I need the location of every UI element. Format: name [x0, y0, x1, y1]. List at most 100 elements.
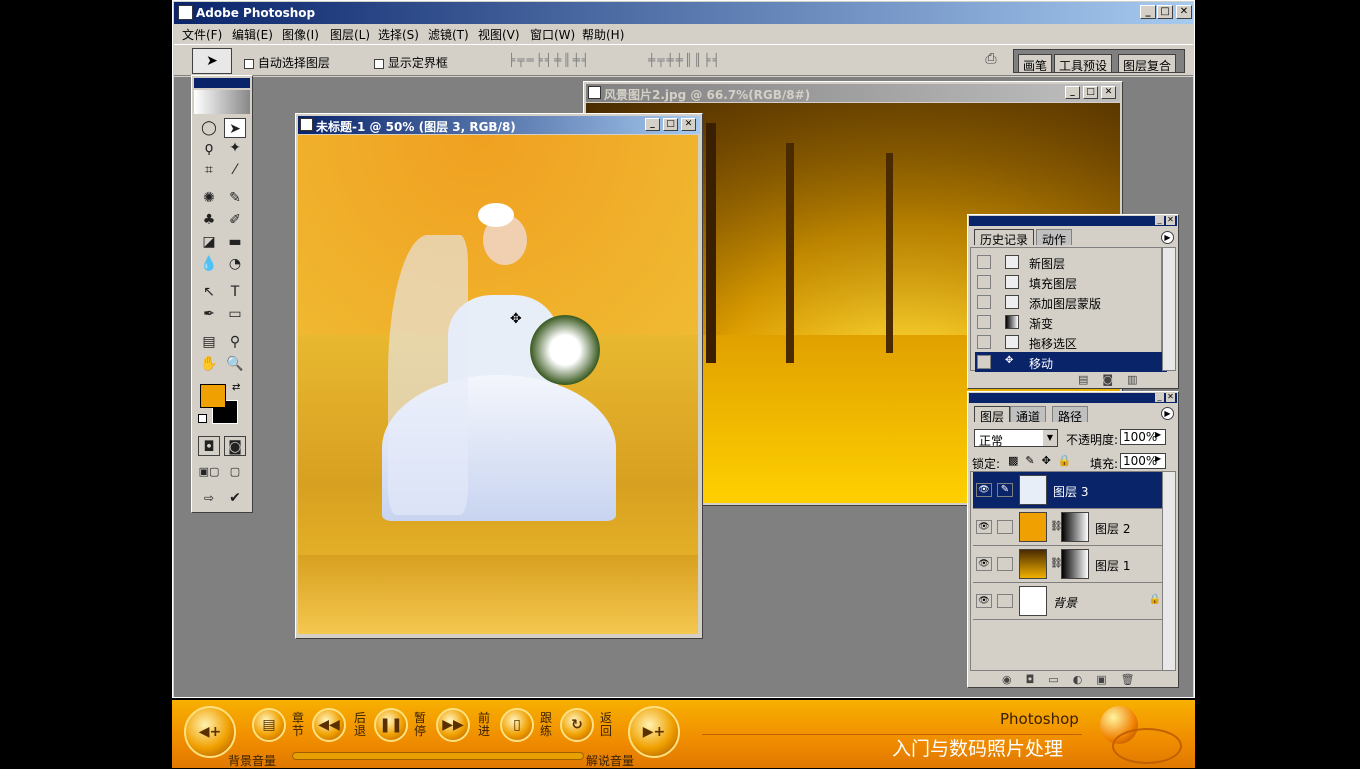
- doc-landscape-close[interactable]: ✕: [1101, 86, 1116, 99]
- slice-tool-icon[interactable]: ⁄: [224, 160, 246, 180]
- empty-slot[interactable]: [997, 594, 1013, 608]
- blend-mode-select[interactable]: 正常 ▼: [974, 429, 1058, 448]
- chevron-down-icon[interactable]: ▼: [1043, 430, 1057, 446]
- history-footer-icons[interactable]: ▤◙▥: [1078, 373, 1151, 386]
- auto-select-option[interactable]: 自动选择图层: [244, 54, 330, 71]
- checkmark-icon[interactable]: ✔: [224, 488, 246, 508]
- pen-tool-icon[interactable]: ✒: [198, 304, 220, 324]
- feather-logo-icon[interactable]: [194, 90, 250, 114]
- doc-window-composite[interactable]: 未标题-1 @ 50% (图层 3, RGB/8) _ □ ✕ ✥: [295, 113, 703, 639]
- tab-history[interactable]: 历史记录: [974, 229, 1035, 247]
- layers-footer-icons[interactable]: ◉◘▭◐▣🗑: [1002, 673, 1149, 686]
- empty-slot[interactable]: [997, 557, 1013, 571]
- distribute-icons[interactable]: ╪╤╪╪║║╞╡: [648, 53, 722, 69]
- foreground-color-swatch[interactable]: [200, 384, 226, 408]
- layers-close[interactable]: ✕: [1166, 393, 1175, 402]
- menu-view[interactable]: 视图(V): [478, 26, 520, 43]
- eraser-tool-icon[interactable]: ◪: [198, 232, 220, 252]
- show-bounds-option[interactable]: 显示定界框: [374, 54, 448, 71]
- book-icon[interactable]: ▤: [252, 708, 286, 742]
- layers-scrollbar[interactable]: [1162, 471, 1176, 671]
- doc-landscape-maximize[interactable]: □: [1083, 86, 1098, 99]
- layer-row[interactable]: 👁 ⛓ 图层 2: [973, 509, 1167, 546]
- opacity-arrow-icon[interactable]: ▶: [1155, 430, 1165, 439]
- tab-channels[interactable]: 通道: [1010, 406, 1047, 424]
- eyedropper-icon[interactable]: ⚲: [224, 332, 246, 352]
- auto-select-checkbox[interactable]: [244, 58, 254, 69]
- return-icon[interactable]: ↻: [560, 708, 594, 742]
- history-item[interactable]: 添加图层蒙版: [975, 292, 1167, 312]
- blur-tool-icon[interactable]: 💧: [198, 254, 220, 274]
- rewind-icon[interactable]: ◀◀: [312, 708, 346, 742]
- layer-mask-thumbnail[interactable]: [1061, 512, 1089, 542]
- align-icons[interactable]: ╞╤═╞╡╪║╪╡: [508, 53, 591, 69]
- file-browser-icon[interactable]: ⎙: [980, 51, 1002, 71]
- pause-icon[interactable]: ❚❚: [374, 708, 408, 742]
- crop-tool-icon[interactable]: ⌗: [198, 160, 220, 180]
- menu-select[interactable]: 选择(S): [378, 26, 419, 43]
- history-item[interactable]: 拖移选区: [975, 332, 1167, 352]
- swap-colors-icon[interactable]: ⇄: [232, 382, 240, 393]
- menu-file[interactable]: 文件(F): [182, 26, 222, 43]
- menu-image[interactable]: 图像(I): [282, 26, 319, 43]
- quick-mask-icon[interactable]: ◙: [224, 436, 246, 456]
- doc-composite-minimize[interactable]: _: [645, 118, 660, 131]
- path-select-icon[interactable]: ↖: [198, 282, 220, 302]
- layer-mask-thumbnail[interactable]: [1061, 549, 1089, 579]
- menu-filter[interactable]: 滤镜(T): [428, 26, 469, 43]
- progress-track[interactable]: [292, 752, 584, 760]
- clone-stamp-icon[interactable]: ♣: [198, 210, 220, 230]
- doc-landscape-titlebar[interactable]: 风景图片2.jpg @ 66.7%(RGB/8#) _ □ ✕: [586, 84, 1120, 102]
- doc-landscape-minimize[interactable]: _: [1065, 86, 1080, 99]
- history-item-selected[interactable]: ✥ 移动: [975, 352, 1167, 372]
- history-item[interactable]: 填充图层: [975, 272, 1167, 292]
- fill-input[interactable]: 100% ▶: [1120, 453, 1166, 469]
- history-item[interactable]: 新图层: [975, 252, 1167, 272]
- visibility-eye-icon[interactable]: 👁: [976, 483, 992, 497]
- hand-tool-icon[interactable]: ✋: [198, 354, 220, 374]
- gradient-tool-icon[interactable]: ▬: [224, 232, 246, 252]
- doc-composite-titlebar[interactable]: 未标题-1 @ 50% (图层 3, RGB/8) _ □ ✕: [298, 116, 700, 134]
- menu-edit[interactable]: 编辑(E): [232, 26, 273, 43]
- tab-layers[interactable]: 图层: [974, 406, 1011, 424]
- history-menu-arrow-icon[interactable]: ▶: [1161, 231, 1174, 244]
- standard-mode-icon[interactable]: ◘: [198, 436, 220, 456]
- visibility-eye-icon[interactable]: 👁: [976, 520, 992, 534]
- tab-paths[interactable]: 路径: [1052, 406, 1089, 424]
- healing-brush-icon[interactable]: ✺: [198, 188, 220, 208]
- composite-canvas[interactable]: ✥: [298, 135, 698, 634]
- doc-composite-maximize[interactable]: □: [663, 118, 678, 131]
- close-button[interactable]: ✕: [1176, 5, 1192, 19]
- shape-tool-icon[interactable]: ▭: [224, 304, 246, 324]
- lock-icons[interactable]: ▩✎✥🔒: [1008, 454, 1079, 467]
- magic-wand-icon[interactable]: ✦: [224, 138, 246, 158]
- tab-brushes[interactable]: 画笔: [1018, 54, 1053, 73]
- history-close[interactable]: ✕: [1166, 216, 1175, 225]
- minimize-button[interactable]: _: [1140, 5, 1156, 19]
- mouse-icon[interactable]: ▯: [500, 708, 534, 742]
- visibility-eye-icon[interactable]: 👁: [976, 557, 992, 571]
- tab-tool-presets[interactable]: 工具预设: [1054, 54, 1113, 73]
- visibility-eye-icon[interactable]: 👁: [976, 594, 992, 608]
- zoom-tool-icon[interactable]: 🔍: [224, 354, 246, 374]
- layers-menu-arrow-icon[interactable]: ▶: [1161, 407, 1174, 420]
- show-bounds-checkbox[interactable]: [374, 58, 384, 69]
- layer-row[interactable]: 👁 背景 🔒: [973, 583, 1167, 620]
- type-tool-icon[interactable]: T: [224, 282, 246, 302]
- layer-row[interactable]: 👁 ⛓ 图层 1: [973, 546, 1167, 583]
- notes-tool-icon[interactable]: ▤: [198, 332, 220, 352]
- screen-mode-icons[interactable]: ▣▢: [198, 462, 220, 482]
- move-tool-icon[interactable]: ➤: [224, 118, 246, 138]
- dodge-tool-icon[interactable]: ◔: [224, 254, 246, 274]
- empty-slot[interactable]: [997, 520, 1013, 534]
- history-scrollbar[interactable]: [1162, 247, 1176, 371]
- forward-icon[interactable]: ▶▶: [436, 708, 470, 742]
- menu-layer[interactable]: 图层(L): [330, 26, 370, 43]
- narration-volume-knob[interactable]: ▶+: [628, 706, 680, 758]
- layers-minimize[interactable]: _: [1155, 393, 1164, 402]
- move-tool-preset-icon[interactable]: ➤: [192, 48, 232, 74]
- maximize-button[interactable]: □: [1157, 5, 1173, 19]
- doc-composite-close[interactable]: ✕: [681, 118, 696, 131]
- default-colors-icon[interactable]: [198, 414, 207, 423]
- history-brush-icon[interactable]: ✐: [224, 210, 246, 230]
